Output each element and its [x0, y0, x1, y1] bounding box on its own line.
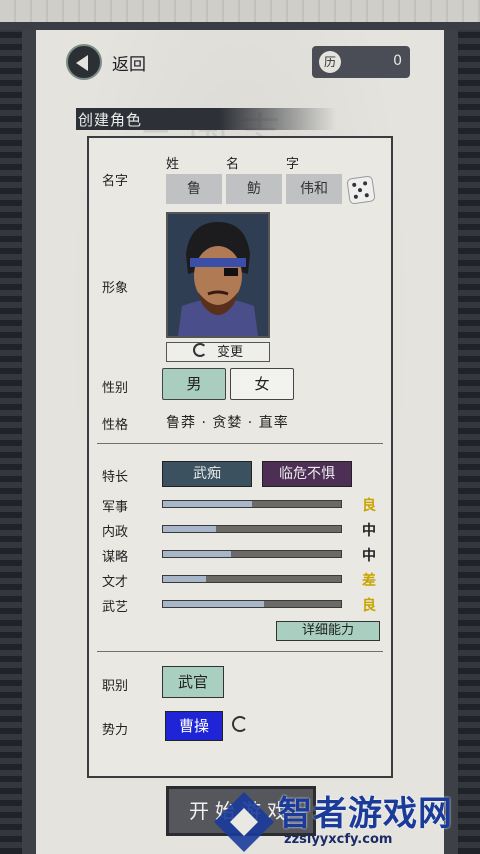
courtesy-name-head: 字	[286, 157, 300, 172]
scroll-top-rod	[0, 0, 480, 30]
appearance-label: 形象	[102, 281, 129, 296]
coin-icon: 历	[319, 51, 341, 73]
gender-label: 性别	[102, 381, 129, 396]
stat-label: 军事	[102, 500, 129, 515]
stat-label: 文才	[102, 575, 129, 590]
stat-label: 谋略	[102, 550, 129, 565]
name-label: 名字	[102, 174, 129, 189]
section-title: 创建角色	[78, 111, 143, 129]
stat-bar	[162, 500, 342, 508]
personality-traits: 鲁莽 · 贪婪 · 直率	[166, 415, 289, 431]
stat-bar-fill	[163, 576, 206, 582]
dice-icon[interactable]	[346, 175, 376, 205]
specialty-item[interactable]: 临危不惧	[262, 461, 352, 487]
given-name-field[interactable]: 鲂	[226, 174, 282, 204]
specialty-label: 特长	[102, 470, 129, 485]
role-button[interactable]: 武官	[162, 666, 224, 698]
character-portrait	[166, 212, 270, 338]
change-portrait-button[interactable]: 变更	[166, 342, 270, 362]
stat-bar	[162, 600, 342, 608]
specialty-item[interactable]: 武痴	[162, 461, 252, 487]
stat-grade: 良	[362, 498, 376, 514]
coin-value: 0	[393, 53, 402, 69]
stat-grade: 差	[362, 573, 376, 589]
faction-button[interactable]: 曹操	[165, 711, 223, 741]
stat-bar	[162, 550, 342, 558]
right-border	[458, 30, 480, 854]
faction-label: 势力	[102, 723, 129, 738]
surname-head: 姓	[166, 157, 180, 172]
stat-grade: 中	[362, 523, 376, 539]
gender-male-button[interactable]: 男	[162, 368, 226, 400]
divider	[97, 443, 383, 444]
stat-bar	[162, 575, 342, 583]
site-logo-url: zzslyyxcfy.com	[284, 832, 393, 847]
stat-bar-fill	[163, 526, 217, 532]
stat-label: 内政	[102, 525, 129, 540]
courtesy-name-field[interactable]: 伟和	[286, 174, 342, 204]
change-portrait-label: 变更	[216, 345, 243, 360]
stat-grade: 良	[362, 598, 376, 614]
site-logo-name: 智者游戏网	[278, 794, 453, 834]
role-label: 职别	[102, 679, 129, 694]
stat-bar	[162, 525, 342, 533]
detail-ability-button[interactable]: 详细能力	[276, 621, 380, 641]
refresh-icon[interactable]	[232, 716, 248, 732]
given-name-head: 名	[226, 157, 240, 172]
back-label[interactable]: 返回	[112, 50, 146, 75]
stat-bar-fill	[163, 551, 231, 557]
divider	[97, 651, 383, 652]
gender-female-button[interactable]: 女	[230, 368, 294, 400]
stat-grade: 中	[362, 548, 376, 564]
personality-label: 性格	[102, 418, 129, 433]
back-icon[interactable]	[66, 44, 102, 80]
left-border	[0, 30, 22, 854]
stat-bar-fill	[163, 601, 265, 607]
refresh-icon	[192, 343, 207, 357]
surname-field[interactable]: 鲁	[166, 174, 222, 204]
stat-bar-fill	[163, 501, 252, 507]
currency-display: 历 0	[312, 46, 410, 78]
stat-label: 武艺	[102, 600, 129, 615]
